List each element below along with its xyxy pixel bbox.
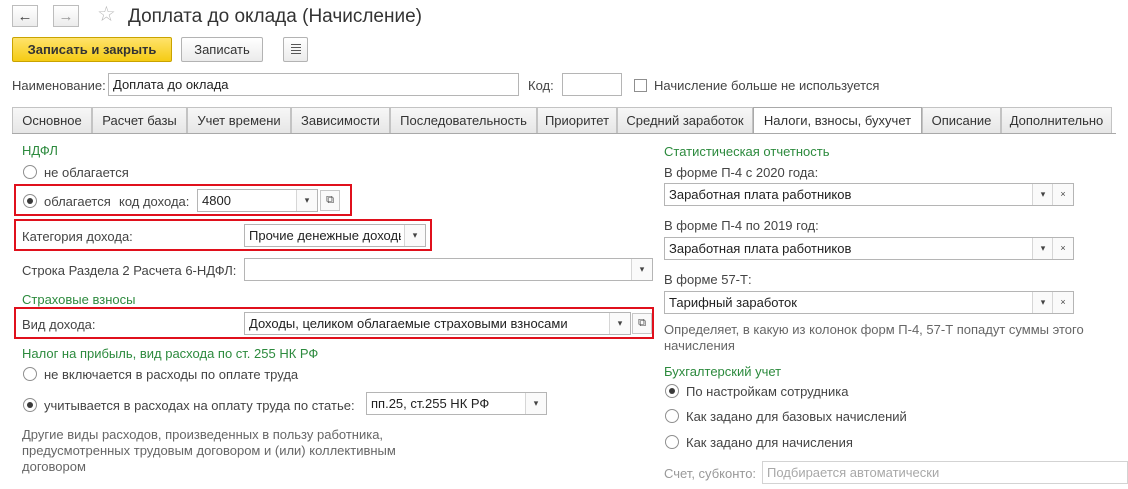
p4-2020-label: В форме П-4 с 2020 года: (664, 165, 819, 180)
p4-2019-select[interactable]: Заработная плата работников ▾ × (664, 237, 1074, 260)
chevron-down-icon[interactable]: ▾ (404, 225, 425, 246)
list-icon (291, 44, 301, 56)
unused-label: Начисление больше не используется (654, 78, 880, 93)
ndfl-taxed-radio[interactable] (23, 194, 37, 208)
chevron-down-icon[interactable]: ▾ (1032, 184, 1053, 205)
article-select[interactable]: пп.25, ст.255 НК РФ ▾ (366, 392, 547, 415)
favorite-star-icon[interactable]: ☆ (97, 2, 116, 28)
ndfl-section-title: НДФЛ (22, 143, 58, 158)
income-type-select[interactable]: Доходы, целиком облагаемые страховыми вз… (244, 312, 631, 335)
unused-checkbox[interactable] (634, 79, 647, 92)
clear-icon[interactable]: × (1052, 238, 1073, 259)
profit-included-radio[interactable] (23, 398, 37, 412)
arrow-right-icon: → (58, 8, 74, 25)
profit-tax-note: Другие виды расходов, произведенных в по… (22, 427, 396, 474)
page-title: Доплата до оклада (Начисление) (128, 6, 422, 27)
open-icon: ⧉ (638, 317, 646, 329)
arrow-left-icon: ← (17, 8, 33, 25)
section2-label: Строка Раздела 2 Расчета 6-НДФЛ: (22, 263, 237, 278)
accounting-option3-label: Как задано для начисления (686, 435, 853, 450)
accounting-option2-label: Как задано для базовых начислений (686, 409, 907, 424)
p4-2020-select[interactable]: Заработная плата работников ▾ × (664, 183, 1074, 206)
income-category-label: Категория дохода: (22, 229, 133, 244)
insurance-section-title: Страховые взносы (22, 292, 136, 307)
forward-button[interactable]: → (53, 5, 79, 27)
accounting-option2-radio[interactable] (665, 409, 679, 423)
account-input[interactable]: Подбирается автоматически (762, 461, 1128, 484)
open-icon: ⧉ (326, 194, 334, 206)
code-input[interactable] (562, 73, 622, 96)
profit-not-included-label: не включается в расходы по оплате труда (44, 367, 299, 382)
income-category-select[interactable]: Прочие денежные доходы ▾ (244, 224, 426, 247)
tab-dependencies[interactable]: Зависимости (291, 107, 390, 133)
tab-description[interactable]: Описание (922, 107, 1001, 133)
chevron-down-icon[interactable]: ▾ (296, 190, 317, 211)
clear-icon[interactable]: × (1052, 184, 1073, 205)
open-income-type-button[interactable]: ⧉ (632, 313, 652, 334)
name-input[interactable]: Доплата до оклада (108, 73, 519, 96)
p4-2019-label: В форме П-4 по 2019 год: (664, 218, 819, 233)
tab-base-calc[interactable]: Расчет базы (92, 107, 187, 133)
section2-select[interactable]: ▾ (244, 258, 653, 281)
income-type-label: Вид дохода: (22, 317, 96, 332)
chevron-down-icon[interactable]: ▾ (609, 313, 630, 334)
tab-taxes[interactable]: Налоги, взносы, бухучет (753, 107, 922, 134)
accounting-option3-radio[interactable] (665, 435, 679, 449)
statistics-section-title: Статистическая отчетность (664, 144, 830, 159)
profit-tax-section-title: Налог на прибыль, вид расхода по ст. 255… (22, 346, 319, 361)
accounting-option1-radio[interactable] (665, 384, 679, 398)
f57t-label: В форме 57-Т: (664, 272, 752, 287)
chevron-down-icon[interactable]: ▾ (1032, 292, 1053, 313)
accounting-option1-label: По настройкам сотрудника (686, 384, 849, 399)
tab-sequence[interactable]: Последовательность (390, 107, 537, 133)
ndfl-not-taxed-label: не облагается (44, 165, 129, 180)
chevron-down-icon[interactable]: ▾ (631, 259, 652, 280)
save-button[interactable]: Записать (181, 37, 263, 62)
income-code-label: код дохода: (119, 194, 190, 209)
ndfl-taxed-label: облагается (44, 194, 111, 209)
profit-included-label: учитывается в расходах на оплату труда п… (44, 398, 355, 413)
open-income-code-button[interactable]: ⧉ (320, 190, 340, 211)
f57t-select[interactable]: Тарифный заработок ▾ × (664, 291, 1074, 314)
chevron-down-icon[interactable]: ▾ (525, 393, 546, 414)
income-code-input[interactable]: 4800 ▾ (197, 189, 318, 212)
name-label: Наименование: (12, 78, 106, 93)
code-label: Код: (528, 78, 554, 93)
chevron-down-icon[interactable]: ▾ (1032, 238, 1053, 259)
tab-additional[interactable]: Дополнительно (1001, 107, 1112, 133)
tab-priority[interactable]: Приоритет (537, 107, 617, 133)
profit-not-included-radio[interactable] (23, 367, 37, 381)
save-and-close-button[interactable]: Записать и закрыть (12, 37, 172, 62)
ndfl-not-taxed-radio[interactable] (23, 165, 37, 179)
back-button[interactable]: ← (12, 5, 38, 27)
tab-divider (12, 133, 1116, 134)
clear-icon[interactable]: × (1052, 292, 1073, 313)
tab-time[interactable]: Учет времени (187, 107, 291, 133)
accounting-section-title: Бухгалтерский учет (664, 364, 782, 379)
tab-main[interactable]: Основное (12, 107, 92, 133)
statistics-note: Определяет, в какую из колонок форм П-4,… (664, 322, 1084, 353)
account-label: Счет, субконто: (664, 466, 757, 481)
more-actions-button[interactable] (283, 37, 308, 62)
tab-average-earnings[interactable]: Средний заработок (617, 107, 753, 133)
